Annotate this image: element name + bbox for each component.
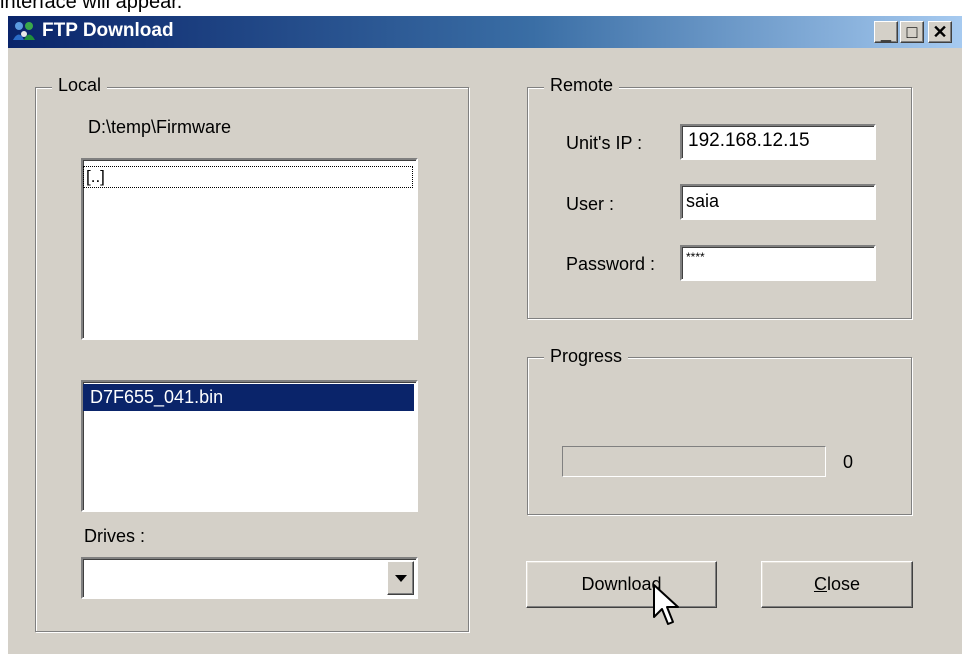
page-caption: interface will appear. — [0, 0, 183, 13]
dropdown-arrow-button[interactable] — [387, 561, 414, 595]
directory-item[interactable]: [..] — [83, 166, 413, 188]
minimize-button[interactable]: _ — [874, 21, 898, 43]
ip-input[interactable]: 192.168.12.15 — [680, 124, 876, 160]
local-path: D:\temp\Firmware — [88, 117, 232, 137]
user-label: User : — [566, 194, 615, 214]
password-label: Password : — [566, 254, 656, 274]
drives-dropdown[interactable] — [81, 557, 418, 599]
password-input[interactable]: **** — [680, 245, 876, 281]
download-button[interactable]: Download — [526, 561, 717, 608]
file-item-selected[interactable]: D7F655_041.bin — [83, 384, 414, 411]
user-value: saia — [686, 191, 720, 211]
ftp-people-icon — [13, 22, 35, 40]
progress-legend: Progress — [544, 346, 629, 367]
file-list[interactable]: D7F655_041.bin — [81, 380, 418, 512]
progress-value: 0 — [843, 452, 854, 472]
progress-group — [527, 357, 912, 515]
dropdown-arrow-icon — [395, 575, 407, 582]
progress-bar — [562, 446, 826, 477]
title-bar[interactable]: FTP Download _ □ ✕ — [8, 16, 962, 48]
close-label: lose — [826, 574, 861, 594]
maximize-button[interactable]: □ — [900, 21, 924, 43]
window-title: FTP Download — [42, 20, 174, 41]
close-mnemonic: C — [813, 574, 827, 594]
directory-list[interactable]: [..] — [81, 158, 418, 340]
close-button[interactable]: Close — [761, 561, 913, 608]
close-window-button[interactable]: ✕ — [928, 21, 952, 43]
local-legend: Local — [52, 75, 108, 96]
ip-label: Unit's IP : — [566, 133, 643, 153]
mouse-pointer-icon — [653, 584, 679, 625]
drives-label: Drives : — [84, 526, 146, 546]
password-value: **** — [686, 250, 705, 264]
remote-legend: Remote — [544, 75, 620, 96]
user-input[interactable]: saia — [680, 184, 876, 220]
ip-value: 192.168.12.15 — [688, 130, 810, 151]
